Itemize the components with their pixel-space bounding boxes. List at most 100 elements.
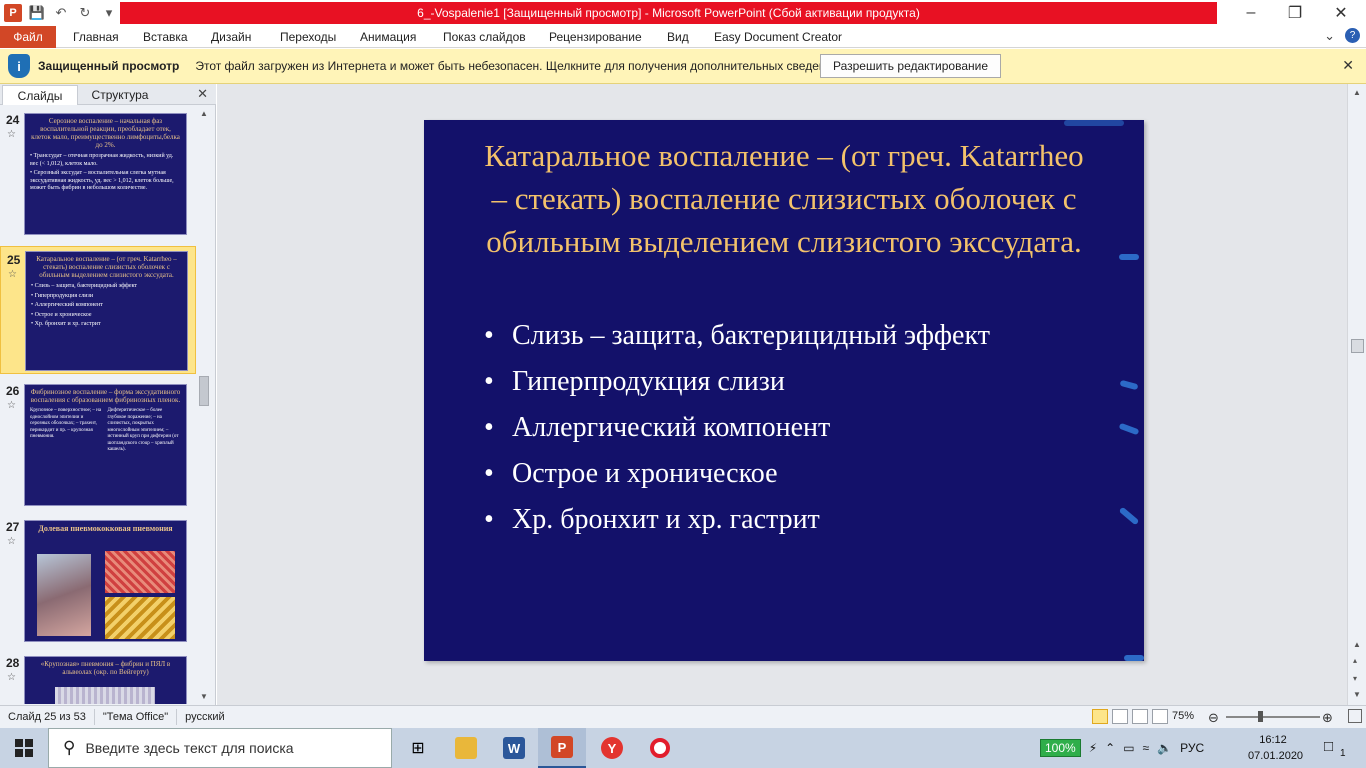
tab-design[interactable]: Дизайн xyxy=(211,26,251,48)
slide-preview: Катаральное воспаление – (от греч. Katar… xyxy=(25,251,188,371)
language-indicator[interactable]: русский xyxy=(177,709,232,725)
window-title: 6_-Vospalenie1 [Защищенный просмотр] - M… xyxy=(120,2,1217,24)
thumbnail-title: Фибринозное воспаление – форма экссудати… xyxy=(30,388,181,405)
tab-insert[interactable]: Вставка xyxy=(143,26,188,48)
show-hidden-icons[interactable]: ⌃ xyxy=(1105,741,1115,755)
battery-icon[interactable]: ▭ xyxy=(1123,741,1134,755)
main-scrollbar[interactable]: ▲ ▲ ▴ ▾ ▼ xyxy=(1347,84,1366,705)
tab-animation[interactable]: Анимация xyxy=(360,26,416,48)
notification-icon[interactable]: □ xyxy=(1324,738,1333,755)
animation-star-icon: ☆ xyxy=(7,672,16,683)
slide-counter: Слайд 25 из 53 xyxy=(0,709,95,725)
slide-preview: Фибринозное воспаление – форма экссудати… xyxy=(24,384,187,506)
tab-transitions[interactable]: Переходы xyxy=(280,26,336,48)
help-icon[interactable]: ? xyxy=(1345,28,1360,43)
tab-slideshow[interactable]: Показ слайдов xyxy=(443,26,526,48)
current-slide[interactable]: Катаральное воспаление – (от греч. Katar… xyxy=(424,120,1144,661)
tab-review[interactable]: Рецензирование xyxy=(549,26,642,48)
powerpoint-window: P 💾 ↶ ↻ ▾ 6_-Vospalenie1 [Защищенный про… xyxy=(0,0,1366,768)
scroll-down-icon[interactable]: ▼ xyxy=(1353,690,1361,699)
customize-qat-icon[interactable]: ▾ xyxy=(100,4,118,22)
minimize-icon[interactable]: – xyxy=(1228,0,1274,26)
slide-preview: Долевая пневмококковая пневмония xyxy=(24,520,187,642)
zoom-out-icon[interactable]: ⊖ xyxy=(1208,710,1219,726)
thumbnail-title: Серозное воспаление – начальная фаз восп… xyxy=(31,117,180,150)
powerpoint-taskbar-icon[interactable]: P xyxy=(538,728,586,768)
fit-to-window-icon[interactable] xyxy=(1348,709,1362,723)
reading-view-icon[interactable] xyxy=(1132,709,1148,724)
close-bar-icon[interactable]: ✕ xyxy=(1342,57,1354,74)
slide-sorter-icon[interactable] xyxy=(1112,709,1128,724)
zoom-knob[interactable] xyxy=(1257,711,1263,722)
close-icon[interactable]: ✕ xyxy=(1318,0,1364,26)
scroll-up-icon[interactable]: ▲ xyxy=(200,109,208,118)
task-view-icon[interactable]: ⊞ xyxy=(394,728,442,768)
zoom-level[interactable]: 75% xyxy=(1172,710,1194,722)
word-icon[interactable]: W xyxy=(490,728,538,768)
opera-icon[interactable] xyxy=(636,728,684,768)
save-icon[interactable]: 💾 xyxy=(28,4,46,22)
slide-thumbnail-28[interactable]: 28 ☆ «Крупозная» пневмония – фибрин и ПЯ… xyxy=(0,656,196,704)
search-placeholder: Введите здесь текст для поиска xyxy=(85,740,294,756)
zoom-in-icon[interactable]: ⊕ xyxy=(1322,710,1333,726)
tab-home[interactable]: Главная xyxy=(73,26,119,48)
undo-icon[interactable]: ↶ xyxy=(52,4,70,22)
slideshow-icon[interactable] xyxy=(1152,709,1168,724)
start-button[interactable] xyxy=(0,728,48,768)
clock[interactable]: 16:12 07.01.2020 xyxy=(1248,732,1304,764)
previous-slide-icon[interactable]: ▴ xyxy=(1353,656,1357,665)
slide-thumbnail-27[interactable]: 27 ☆ Долевая пневмококковая пневмония xyxy=(0,520,196,644)
panel-scrollbar[interactable]: ▲ ▼ xyxy=(196,106,212,704)
scroll-up-icon[interactable]: ▲ xyxy=(1353,640,1361,649)
tab-easy-document-creator[interactable]: Easy Document Creator xyxy=(714,26,842,48)
date: 07.01.2020 xyxy=(1248,750,1304,762)
scroll-thumb[interactable] xyxy=(1351,339,1364,353)
scroll-down-icon[interactable]: ▼ xyxy=(200,692,208,701)
shield-icon: i xyxy=(8,54,30,78)
view-buttons xyxy=(1092,709,1168,724)
title-bar: P 💾 ↶ ↻ ▾ 6_-Vospalenie1 [Защищенный про… xyxy=(0,0,1366,26)
time: 16:12 xyxy=(1259,734,1287,746)
file-explorer-icon[interactable] xyxy=(442,728,490,768)
tab-outline[interactable]: Структура xyxy=(80,85,160,105)
slide-number: 26 xyxy=(6,384,20,398)
scroll-up-icon[interactable]: ▲ xyxy=(1353,88,1361,97)
plug-icon: ⚡ xyxy=(1088,741,1098,755)
redo-icon[interactable]: ↻ xyxy=(76,4,94,22)
maximize-icon[interactable]: ❐ xyxy=(1272,0,1318,26)
taskbar-search[interactable]: ⚲ Введите здесь текст для поиска xyxy=(48,728,392,768)
zoom-slider[interactable]: ⊖ ⊕ xyxy=(1208,710,1338,726)
zoom-track xyxy=(1226,716,1320,718)
protected-view-bar: i Защищенный просмотр Этот файл загружен… xyxy=(0,49,1366,84)
thumbnail-bullet: Хр. бронхит и хр. гастрит xyxy=(31,321,182,329)
slide-title[interactable]: Катаральное воспаление – (от греч. Katar… xyxy=(484,134,1084,263)
theme-name[interactable]: "Тема Office" xyxy=(95,709,178,725)
thumbnail-bullet: Транссудат – отечная прозрачная жидкость… xyxy=(30,153,181,168)
powerpoint-icon[interactable]: P xyxy=(4,4,22,22)
enable-editing-button[interactable]: Разрешить редактирование xyxy=(820,54,1001,78)
ribbon-expand-icon[interactable]: ⌄ xyxy=(1324,28,1335,44)
normal-view-icon[interactable] xyxy=(1092,709,1108,724)
network-icon[interactable]: ≈ xyxy=(1143,741,1150,755)
slide-thumbnail-26[interactable]: 26 ☆ Фибринозное воспаление – форма эксс… xyxy=(0,384,196,508)
scroll-thumb[interactable] xyxy=(199,376,209,406)
slide-thumbnail-25[interactable]: 25 ☆ Катаральное воспаление – (от греч. … xyxy=(0,246,196,374)
tab-view[interactable]: Вид xyxy=(667,26,689,48)
thumbnail-column-left: Крупозное – поверхностное; – на однослой… xyxy=(30,408,102,440)
tab-file[interactable]: Файл xyxy=(0,26,56,48)
slide-number: 25 xyxy=(7,253,21,267)
close-panel-icon[interactable]: ✕ xyxy=(197,86,208,102)
slide-thumbnail-24[interactable]: 24 ☆ Серозное воспаление – начальная фаз… xyxy=(0,113,196,237)
thumbnail-bullet: Аллергический компонент xyxy=(31,302,182,310)
battery-indicator[interactable]: 100% xyxy=(1040,739,1081,757)
histology-image-gold xyxy=(105,597,175,639)
keyboard-language[interactable]: РУС xyxy=(1180,741,1204,755)
slide-bullet-list[interactable]: Слизь – защита, бактерицидный эффект Гип… xyxy=(484,313,1124,543)
slide-thumbnails: 24 ☆ Серозное воспаление – начальная фаз… xyxy=(0,106,196,704)
volume-icon[interactable]: 🔈 xyxy=(1157,741,1172,755)
slide-number: 28 xyxy=(6,656,20,670)
protected-view-message[interactable]: Этот файл загружен из Интернета и может … xyxy=(195,59,842,73)
tab-slides[interactable]: Слайды xyxy=(2,85,78,105)
yandex-browser-icon[interactable]: Y xyxy=(588,728,636,768)
next-slide-icon[interactable]: ▾ xyxy=(1353,674,1357,683)
